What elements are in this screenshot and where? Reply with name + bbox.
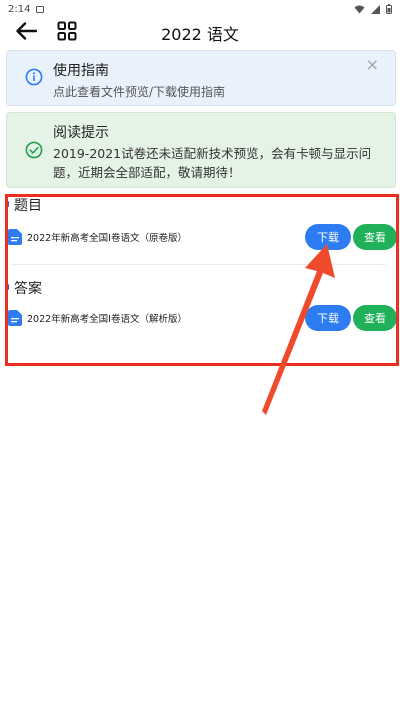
signal-icon <box>371 4 380 14</box>
check-circle-icon <box>25 141 43 159</box>
status-bar: 2:14 <box>0 0 400 18</box>
status-icons <box>354 4 392 14</box>
arrow-left-icon <box>16 22 37 40</box>
back-button[interactable] <box>12 18 40 44</box>
status-time: 2:14 <box>8 3 31 15</box>
page-title: 2022 语文 <box>161 25 239 44</box>
reading-tip-card: 阅读提示 2019-2021试卷还未适配新技术预览，会有卡顿与显示问题，近期会全… <box>6 112 396 188</box>
app-bar: 2022 语文 <box>0 18 400 44</box>
info-icon <box>25 68 43 86</box>
guide-subtitle: 点此查看文件预览/下载使用指南 <box>53 85 226 99</box>
grid-menu-button[interactable] <box>54 18 80 44</box>
guide-card[interactable]: 使用指南 点此查看文件预览/下载使用指南 × <box>6 50 396 106</box>
tip-title: 阅读提示 <box>53 125 109 141</box>
close-icon[interactable]: × <box>366 57 379 73</box>
highlight-box <box>5 194 399 366</box>
grid-icon <box>57 21 77 41</box>
notification-icon <box>36 5 45 13</box>
wifi-icon <box>354 5 365 13</box>
tip-body: 2019-2021试卷还未适配新技术预览，会有卡顿与显示问题，近期会全部适配，敬… <box>53 146 372 180</box>
guide-title: 使用指南 <box>53 63 109 79</box>
battery-icon <box>386 4 392 14</box>
